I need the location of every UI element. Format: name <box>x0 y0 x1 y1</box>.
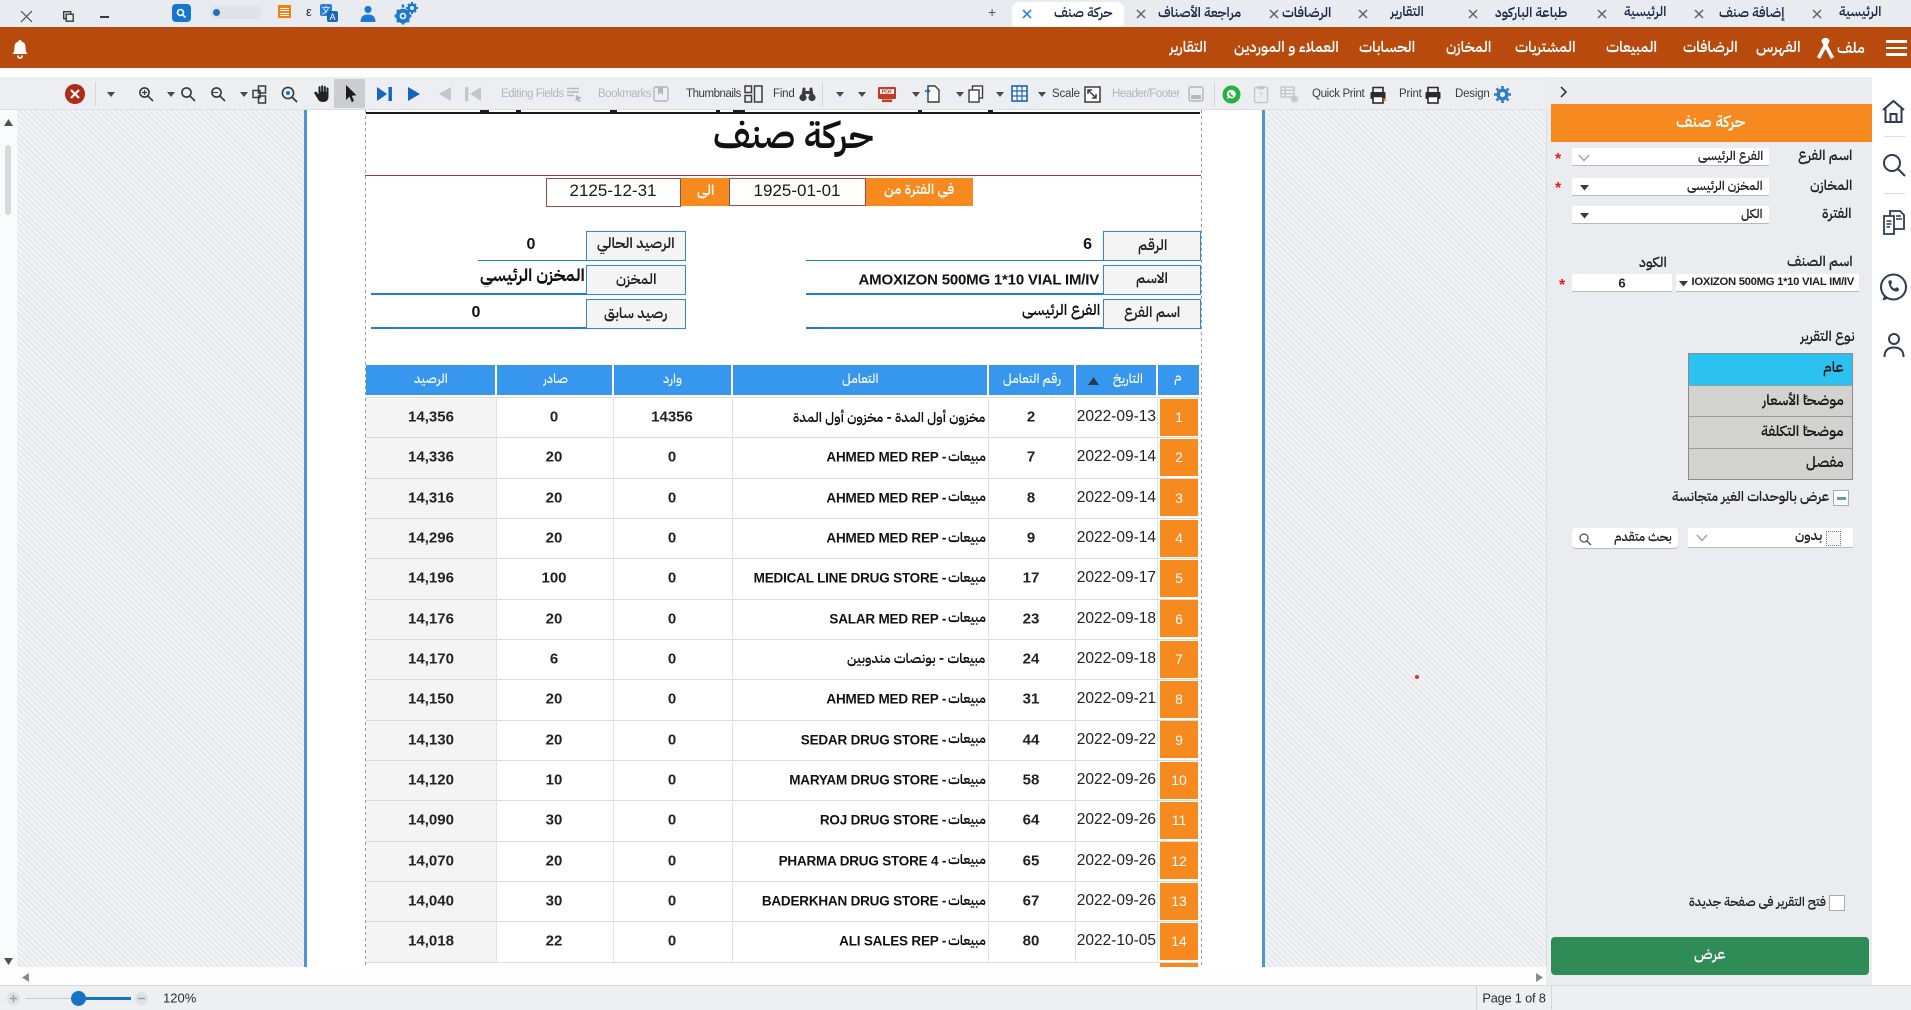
svg-text:PDF: PDF <box>882 90 894 96</box>
svg-text:?: ? <box>1259 91 1264 100</box>
svg-text:A: A <box>329 12 335 22</box>
